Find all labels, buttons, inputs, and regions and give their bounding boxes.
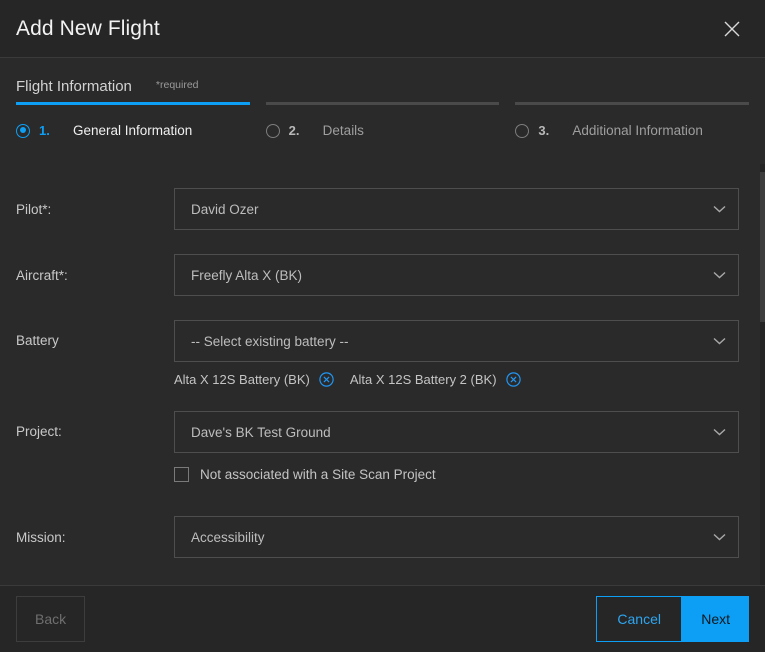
checkbox-icon[interactable]	[174, 467, 189, 482]
battery-chip-label: Alta X 12S Battery (BK)	[174, 372, 310, 387]
battery-select[interactable]: -- Select existing battery --	[174, 320, 739, 362]
step-general-information[interactable]: 1. General Information	[16, 102, 250, 138]
radio-icon[interactable]	[265, 123, 280, 138]
project-label: Project:	[16, 424, 62, 439]
radio-icon[interactable]	[515, 123, 530, 138]
battery-chip-list: Alta X 12S Battery (BK) Alta X 12S Batte…	[174, 372, 739, 387]
next-button[interactable]: Next	[682, 596, 749, 642]
step-progress-bar	[515, 102, 750, 105]
pilot-select[interactable]: David Ozer	[174, 188, 739, 230]
chevron-down-icon	[713, 200, 726, 218]
step-number: 3.	[538, 123, 550, 138]
step-number: 2.	[288, 123, 300, 138]
chevron-down-icon	[713, 332, 726, 350]
field-battery: Battery -- Select existing battery -- Al…	[16, 320, 749, 387]
chevron-down-icon	[713, 528, 726, 546]
battery-chip-label: Alta X 12S Battery 2 (BK)	[349, 372, 497, 387]
aircraft-select[interactable]: Freefly Alta X (BK)	[174, 254, 739, 296]
not-associated-checkbox-row[interactable]: Not associated with a Site Scan Project	[174, 467, 739, 482]
chevron-down-icon	[713, 266, 726, 284]
dialog-footer: Back Cancel Next	[0, 585, 765, 652]
pilot-label: Pilot*:	[16, 201, 52, 217]
add-new-flight-dialog: Add New Flight Flight Information *requi…	[0, 0, 765, 652]
pilot-value: David Ozer	[191, 201, 259, 217]
project-select[interactable]: Dave's BK Test Ground	[174, 411, 739, 453]
mission-select[interactable]: Accessibility	[174, 516, 739, 558]
dialog-header: Add New Flight	[0, 0, 765, 58]
field-aircraft: Aircraft*: Freefly Alta X (BK)	[16, 254, 749, 296]
page-title: Add New Flight	[16, 16, 160, 40]
chevron-down-icon	[713, 423, 726, 441]
not-associated-label: Not associated with a Site Scan Project	[200, 467, 436, 482]
close-icon[interactable]	[717, 14, 747, 44]
aircraft-value: Freefly Alta X (BK)	[191, 267, 303, 283]
step-additional-information[interactable]: 3. Additional Information	[515, 102, 750, 138]
section-title: Flight Information	[16, 78, 132, 95]
scrollbar-track[interactable]	[760, 164, 765, 585]
project-value: Dave's BK Test Ground	[191, 424, 331, 440]
back-button[interactable]: Back	[16, 596, 86, 642]
aircraft-label: Aircraft*:	[16, 267, 68, 283]
step-label: General Information	[73, 123, 193, 138]
battery-value: -- Select existing battery --	[191, 333, 349, 349]
field-project: Project: Dave's BK Test Ground Not assoc…	[16, 411, 749, 482]
remove-battery-icon[interactable]	[505, 372, 521, 387]
required-note: *required	[155, 79, 199, 91]
battery-label: Battery	[16, 333, 59, 348]
footer-actions: Cancel Next	[596, 596, 749, 642]
step-label: Additional Information	[572, 123, 703, 138]
mission-label: Mission:	[16, 529, 66, 545]
remove-battery-icon[interactable]	[319, 372, 334, 387]
step-details[interactable]: 2. Details	[265, 102, 500, 138]
step-number: 1.	[39, 123, 50, 138]
mission-value: Accessibility	[191, 529, 265, 545]
scrollbar-thumb[interactable]	[760, 172, 765, 322]
form-body: Pilot*: David Ozer Aircraft*: Freefly Al…	[0, 164, 765, 585]
radio-icon[interactable]	[16, 123, 30, 138]
battery-chip: Alta X 12S Battery 2 (BK)	[350, 372, 521, 387]
step-progress-bar	[265, 102, 500, 105]
cancel-button[interactable]: Cancel	[596, 596, 683, 642]
wizard-stepper: 1. General Information 2. Details 3. Add…	[0, 102, 765, 164]
step-progress-bar	[16, 102, 250, 105]
step-label: Details	[322, 123, 364, 138]
field-mission: Mission: Accessibility	[16, 516, 749, 558]
section-header: Flight Information *required	[0, 58, 765, 102]
battery-chip: Alta X 12S Battery (BK)	[174, 372, 334, 387]
field-pilot: Pilot*: David Ozer	[16, 188, 749, 230]
